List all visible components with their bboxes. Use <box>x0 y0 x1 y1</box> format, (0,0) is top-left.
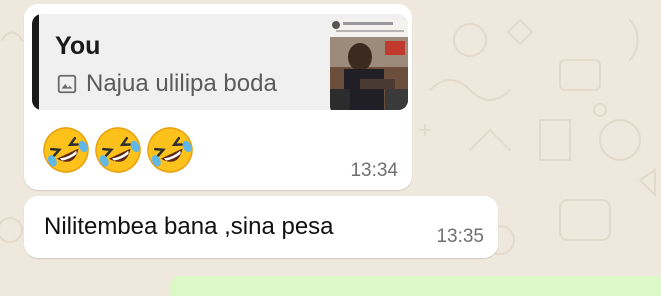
quoted-reply[interactable]: You Najua ulilipa boda <box>32 14 408 110</box>
outgoing-message-bubble-partial[interactable] <box>170 276 661 296</box>
quoted-author: You <box>55 32 101 60</box>
quoted-image-thumbnail <box>330 19 408 110</box>
message-bubble-incoming[interactable]: Nilitembea bana ,sina pesa 13:35 <box>24 196 498 258</box>
rolling-on-floor-laughing-emoji <box>43 127 89 173</box>
message-text: Nilitembea bana ,sina pesa <box>44 213 334 240</box>
message-timestamp: 13:34 <box>350 160 398 181</box>
message-timestamp: 13:35 <box>436 226 484 247</box>
rolling-on-floor-laughing-emoji <box>147 127 193 173</box>
quote-accent-bar <box>32 14 39 110</box>
quoted-content: Najua ulilipa boda <box>56 70 277 98</box>
emoji-row <box>40 124 196 176</box>
rolling-on-floor-laughing-emoji <box>95 127 141 173</box>
message-bubble-incoming[interactable]: You Najua ulilipa boda 13:34 <box>24 4 412 190</box>
image-icon <box>57 74 77 94</box>
quoted-text: Najua ulilipa boda <box>86 70 277 97</box>
